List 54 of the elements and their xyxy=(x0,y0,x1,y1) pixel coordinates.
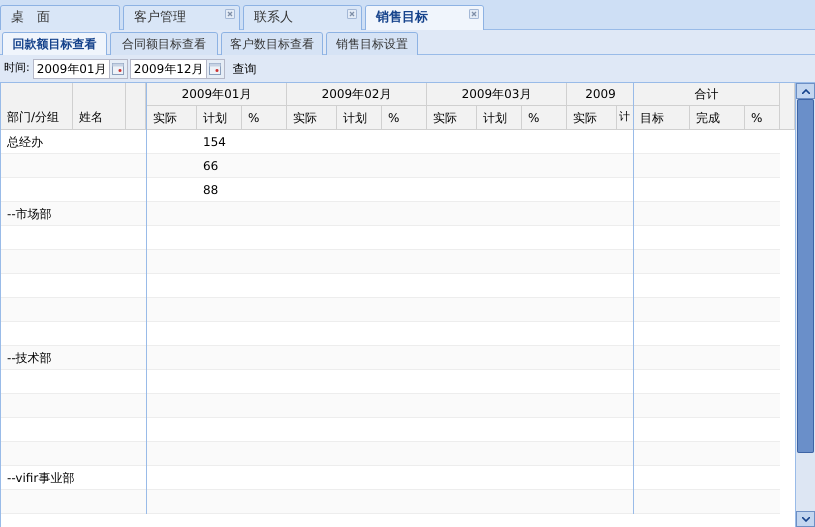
column-header: 计划 xyxy=(197,106,242,130)
tab-label: 联系人 xyxy=(254,9,293,28)
month-header: 2009年02月 xyxy=(287,83,427,106)
tab[interactable]: 客户管理 xyxy=(123,5,240,30)
column-header xyxy=(780,83,795,130)
column-header: 部门/分组 xyxy=(1,83,73,130)
subtab[interactable]: 销售目标设置 xyxy=(326,32,418,55)
table-cell-text: 总经办 xyxy=(7,134,43,150)
close-icon[interactable] xyxy=(225,9,235,19)
column-header: % xyxy=(522,106,567,130)
close-icon[interactable] xyxy=(469,9,479,19)
tab[interactable]: 销售目标 xyxy=(365,5,484,30)
column-header: 姓名 xyxy=(73,83,126,130)
column-header: 计划 xyxy=(477,106,522,130)
column-header: % xyxy=(242,106,287,130)
month-header: 2009 xyxy=(567,83,633,106)
scrollbar[interactable] xyxy=(795,83,815,527)
tab-label: 桌 面 xyxy=(11,9,50,28)
arrow-up-icon[interactable] xyxy=(802,88,810,94)
subtab[interactable]: 客户数目标查看 xyxy=(221,32,323,55)
scroll-thumb[interactable] xyxy=(797,99,814,453)
tab-label: 客户管理 xyxy=(134,9,186,28)
table-cell-text: --技术部 xyxy=(7,350,52,366)
table-cell-text: 66 xyxy=(203,158,218,174)
month-header: 2009年03月 xyxy=(427,83,567,106)
month-header: 2009年01月 xyxy=(147,83,287,106)
column-header: 实际 xyxy=(567,106,617,130)
calendar-icon[interactable] xyxy=(108,60,127,78)
tab[interactable]: 联系人 xyxy=(243,5,362,30)
tab-label: 销售目标 xyxy=(376,9,428,28)
date-field[interactable]: 2009年01月 xyxy=(32,58,128,78)
column-header: 计 xyxy=(617,106,633,130)
time-label: 时间: xyxy=(4,60,30,76)
subtab[interactable]: 合同额目标查看 xyxy=(110,32,218,55)
column-header: 目标 xyxy=(634,106,690,130)
column-header: 完成 xyxy=(690,106,745,130)
calendar-icon[interactable] xyxy=(206,60,224,78)
table-cell-text: 154 xyxy=(203,134,226,150)
column-header: 实际 xyxy=(427,106,477,130)
subtab[interactable]: 回款额目标查看 xyxy=(2,32,107,55)
table-cell-text: --市场部 xyxy=(7,206,52,222)
column-header: 实际 xyxy=(147,106,197,130)
column-header: % xyxy=(745,106,780,130)
close-icon[interactable] xyxy=(347,9,357,19)
column-header: % xyxy=(382,106,427,130)
table-cell-text: 88 xyxy=(203,182,218,198)
column-header: 实际 xyxy=(287,106,337,130)
column-header: 计划 xyxy=(337,106,382,130)
arrow-down-icon[interactable] xyxy=(802,516,810,522)
table-cell-text: --vifir事业部 xyxy=(7,470,74,486)
tab[interactable]: 桌 面 xyxy=(0,5,120,30)
total-header: 合计 xyxy=(634,83,780,106)
date-field[interactable]: 2009年12月 xyxy=(130,58,225,78)
query-button[interactable]: 查询 xyxy=(230,60,259,78)
